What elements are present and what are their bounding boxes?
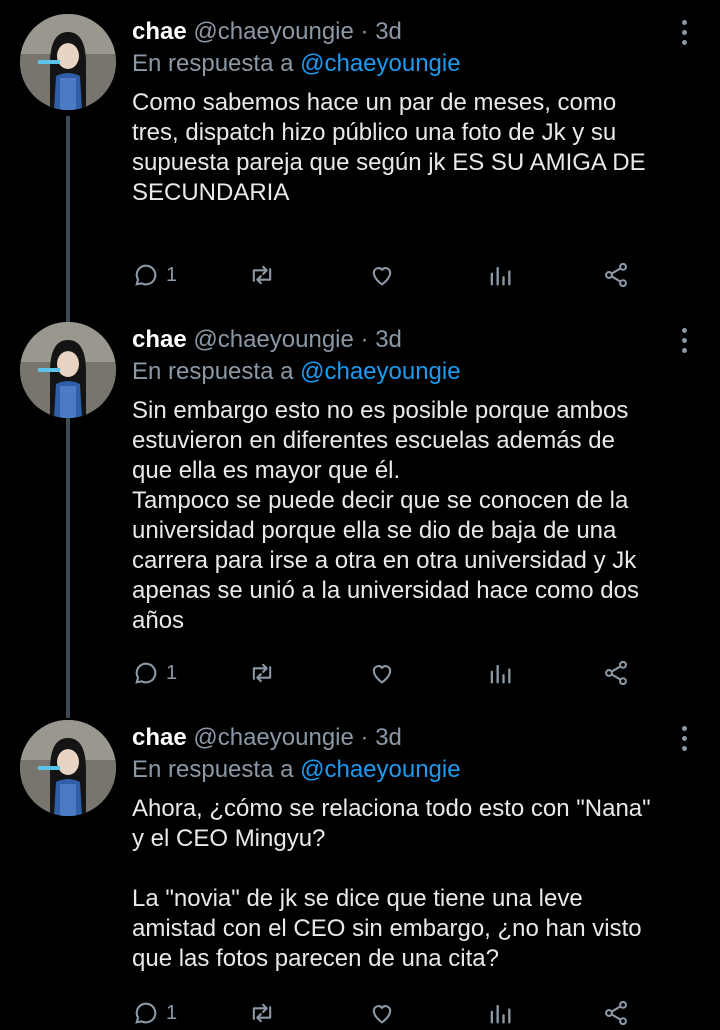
- reply-button[interactable]: 1: [132, 258, 177, 292]
- tweet-actions: 1: [132, 996, 652, 1030]
- share-button[interactable]: [602, 996, 630, 1030]
- retweet-button[interactable]: [248, 996, 276, 1030]
- like-icon: [372, 665, 392, 684]
- share-icon: [605, 660, 627, 686]
- timestamp: · 3d: [360, 326, 402, 353]
- user-handle[interactable]: @chaeyoungie: [193, 326, 353, 353]
- tweet-text: Sin embargo esto no es posible porque am…: [132, 397, 639, 634]
- tweet-header: chae @chaeyoungie · 3d: [132, 322, 402, 358]
- reply-mention-link[interactable]: @chaeyoungie: [300, 756, 460, 783]
- tweet-actions: 1: [132, 258, 652, 292]
- reply-icon: [135, 662, 157, 684]
- reply-mention-link[interactable]: @chaeyoungie: [300, 50, 460, 77]
- more-icon[interactable]: [678, 726, 690, 754]
- analytics-icon: [490, 664, 511, 684]
- thread-line: [66, 418, 70, 718]
- analytics-icon: [490, 1004, 511, 1024]
- reply-button[interactable]: 1: [132, 996, 177, 1030]
- retweet-icon: [252, 265, 272, 285]
- reply-button[interactable]: 1: [132, 656, 177, 690]
- user-handle[interactable]: @chaeyoungie: [193, 18, 353, 45]
- reply-context: En respuesta a @chaeyoungie: [132, 46, 461, 82]
- like-button[interactable]: [368, 258, 396, 292]
- retweet-button[interactable]: [248, 656, 276, 690]
- reply-count: 1: [166, 661, 178, 684]
- reply-icon: [135, 264, 157, 286]
- tweet-text: Como sabemos hace un par de meses, como …: [132, 89, 646, 206]
- more-icon[interactable]: [678, 328, 690, 356]
- like-button[interactable]: [368, 656, 396, 690]
- thread-line: [66, 116, 70, 322]
- tweet-actions: 1: [132, 656, 652, 690]
- timestamp: · 3d: [360, 724, 402, 751]
- share-button[interactable]: [602, 656, 630, 690]
- share-button[interactable]: [602, 258, 630, 292]
- reply-icon: [135, 1002, 157, 1024]
- retweet-button[interactable]: [248, 258, 276, 292]
- user-handle[interactable]: @chaeyoungie: [193, 724, 353, 751]
- tweet-text: Ahora, ¿cómo se relaciona todo esto con …: [132, 795, 651, 972]
- reply-prefix: En respuesta a: [132, 50, 294, 77]
- reply-count: 1: [166, 1001, 178, 1024]
- reply-context: En respuesta a @chaeyoungie: [132, 752, 461, 788]
- retweet-icon: [252, 1003, 272, 1023]
- analytics-icon: [490, 266, 511, 286]
- reply-prefix: En respuesta a: [132, 756, 294, 783]
- analytics-button[interactable]: [486, 996, 514, 1030]
- reply-prefix: En respuesta a: [132, 358, 294, 385]
- analytics-button[interactable]: [486, 258, 514, 292]
- timestamp: · 3d: [360, 18, 402, 45]
- reply-count: 1: [166, 263, 178, 286]
- display-name[interactable]: chae: [132, 326, 187, 353]
- avatar[interactable]: [20, 720, 116, 816]
- reply-context: En respuesta a @chaeyoungie: [132, 354, 461, 390]
- more-icon[interactable]: [678, 20, 690, 48]
- analytics-button[interactable]: [486, 656, 514, 690]
- like-icon: [372, 267, 392, 286]
- share-icon: [605, 262, 627, 288]
- tweet-header: chae @chaeyoungie · 3d: [132, 14, 402, 50]
- tweet-header: chae @chaeyoungie · 3d: [132, 720, 402, 756]
- reply-mention-link[interactable]: @chaeyoungie: [300, 358, 460, 385]
- share-icon: [605, 1000, 627, 1026]
- like-button[interactable]: [368, 996, 396, 1030]
- display-name[interactable]: chae: [132, 18, 187, 45]
- avatar[interactable]: [20, 322, 116, 418]
- retweet-icon: [252, 663, 272, 683]
- avatar[interactable]: [20, 14, 116, 110]
- like-icon: [372, 1005, 392, 1024]
- display-name[interactable]: chae: [132, 724, 187, 751]
